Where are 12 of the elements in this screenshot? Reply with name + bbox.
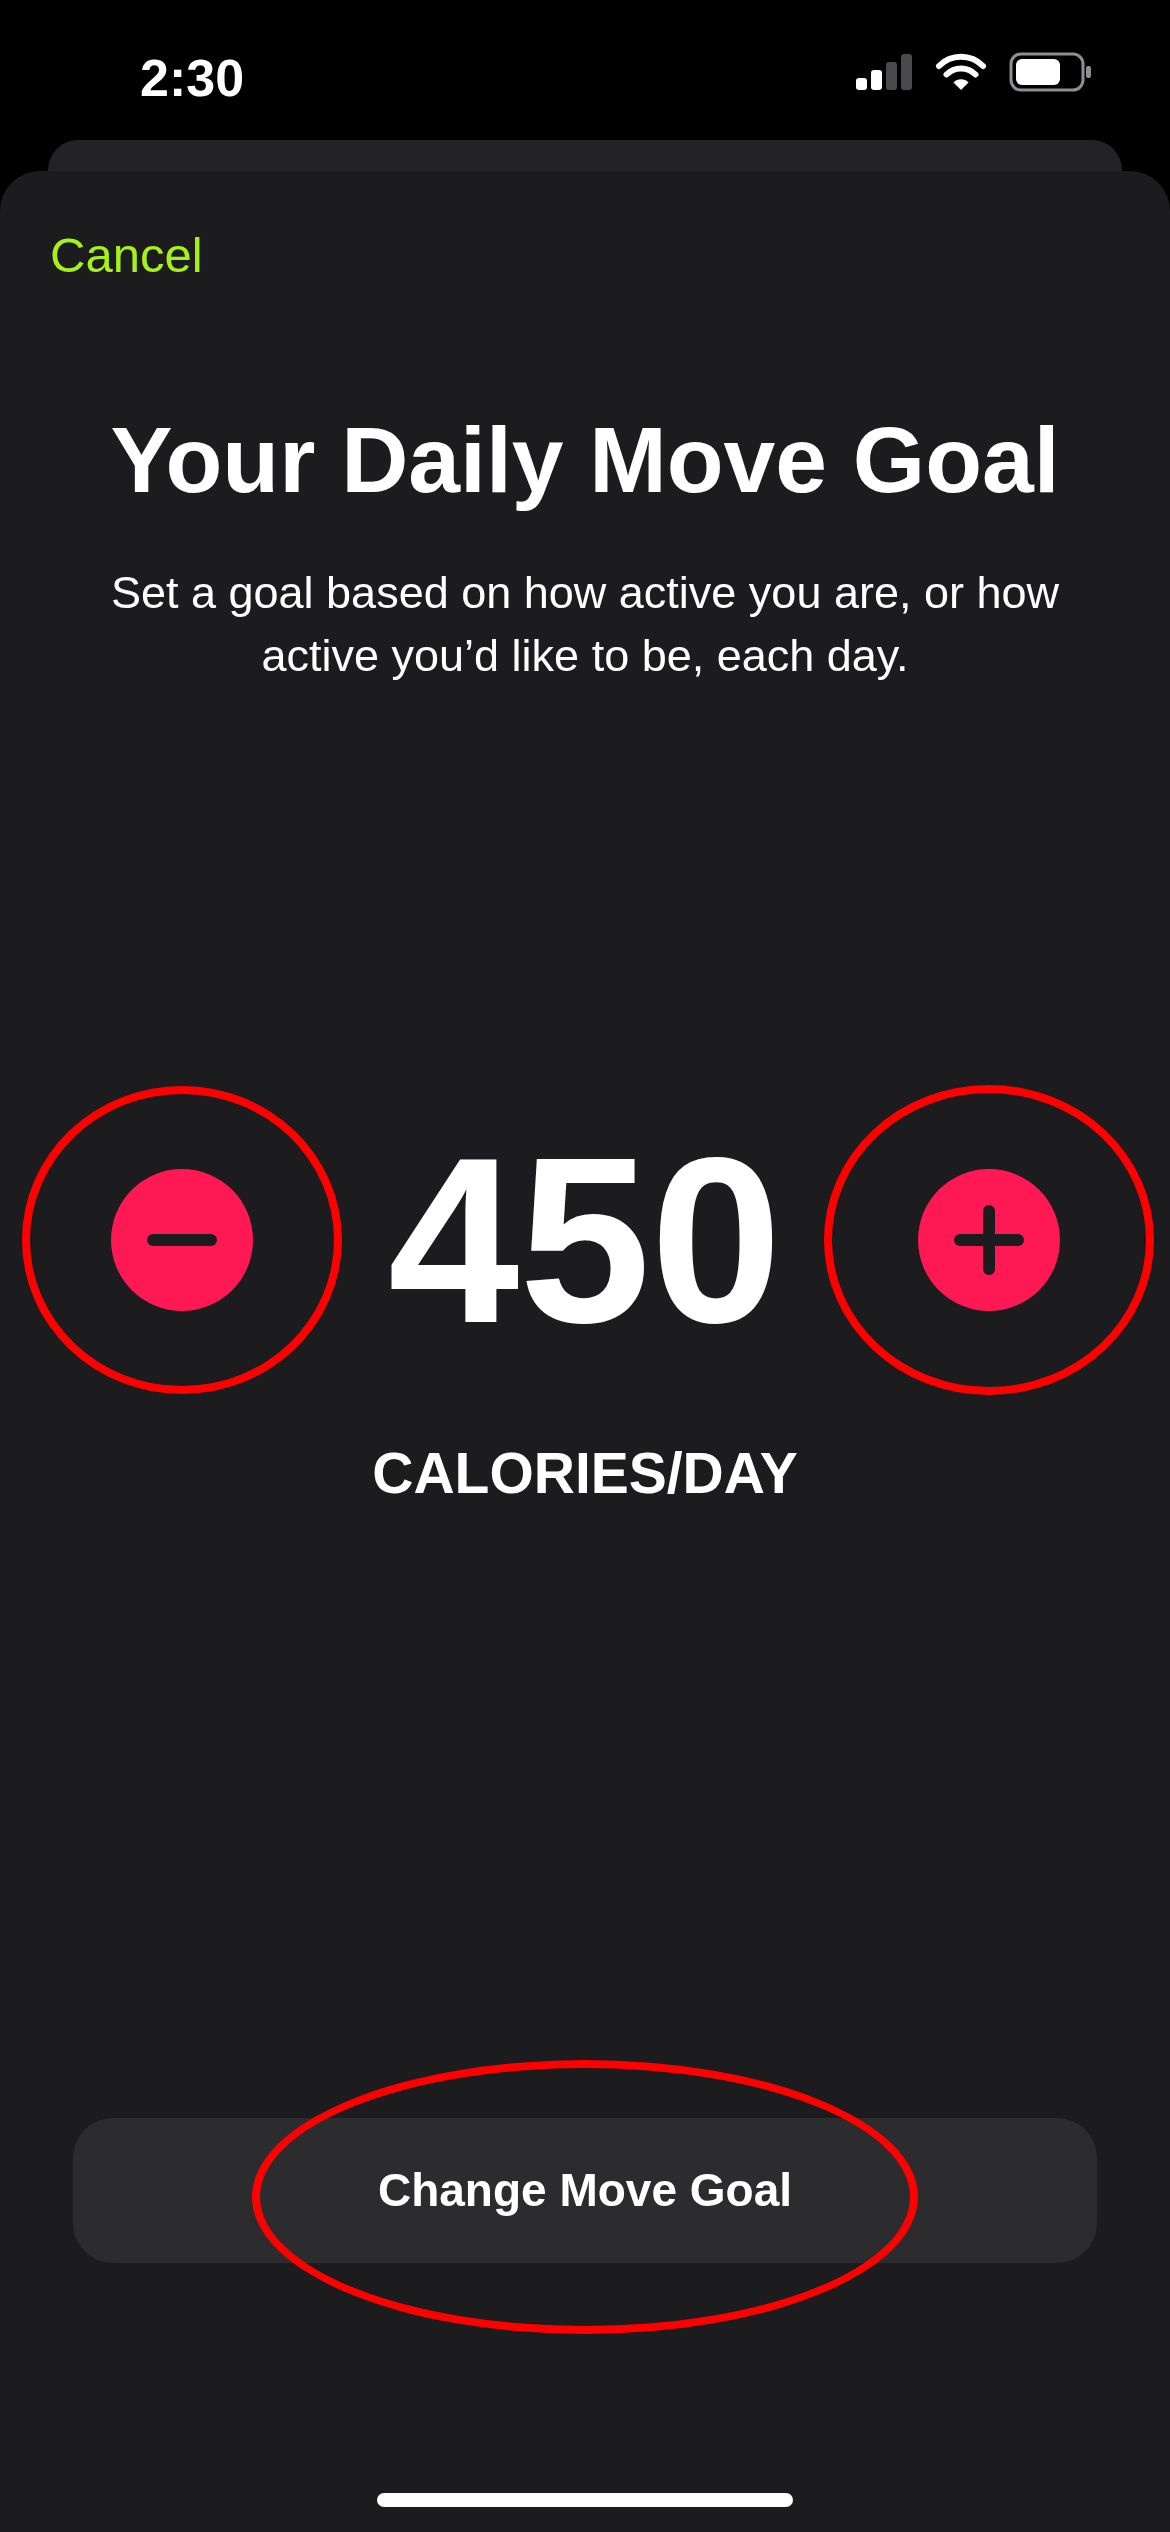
unit-label: CALORIES/DAY (372, 1445, 798, 1502)
goal-value: 450 (387, 1155, 783, 1325)
cancel-button[interactable]: Cancel (50, 231, 203, 280)
change-goal-button[interactable]: Change Move Goal (73, 2118, 1097, 2263)
title: Your Daily Move Goal (110, 407, 1060, 513)
minus-icon (146, 1234, 217, 1246)
wifi-icon (935, 53, 987, 91)
signal-icon (856, 54, 913, 90)
subtitle: Set a goal based on how active you are, or how active you’d like to be, each day. (109, 566, 1061, 683)
status-time: 2:30 (140, 52, 245, 104)
plus-icon (953, 1205, 1024, 1275)
battery-icon (1009, 52, 1091, 92)
